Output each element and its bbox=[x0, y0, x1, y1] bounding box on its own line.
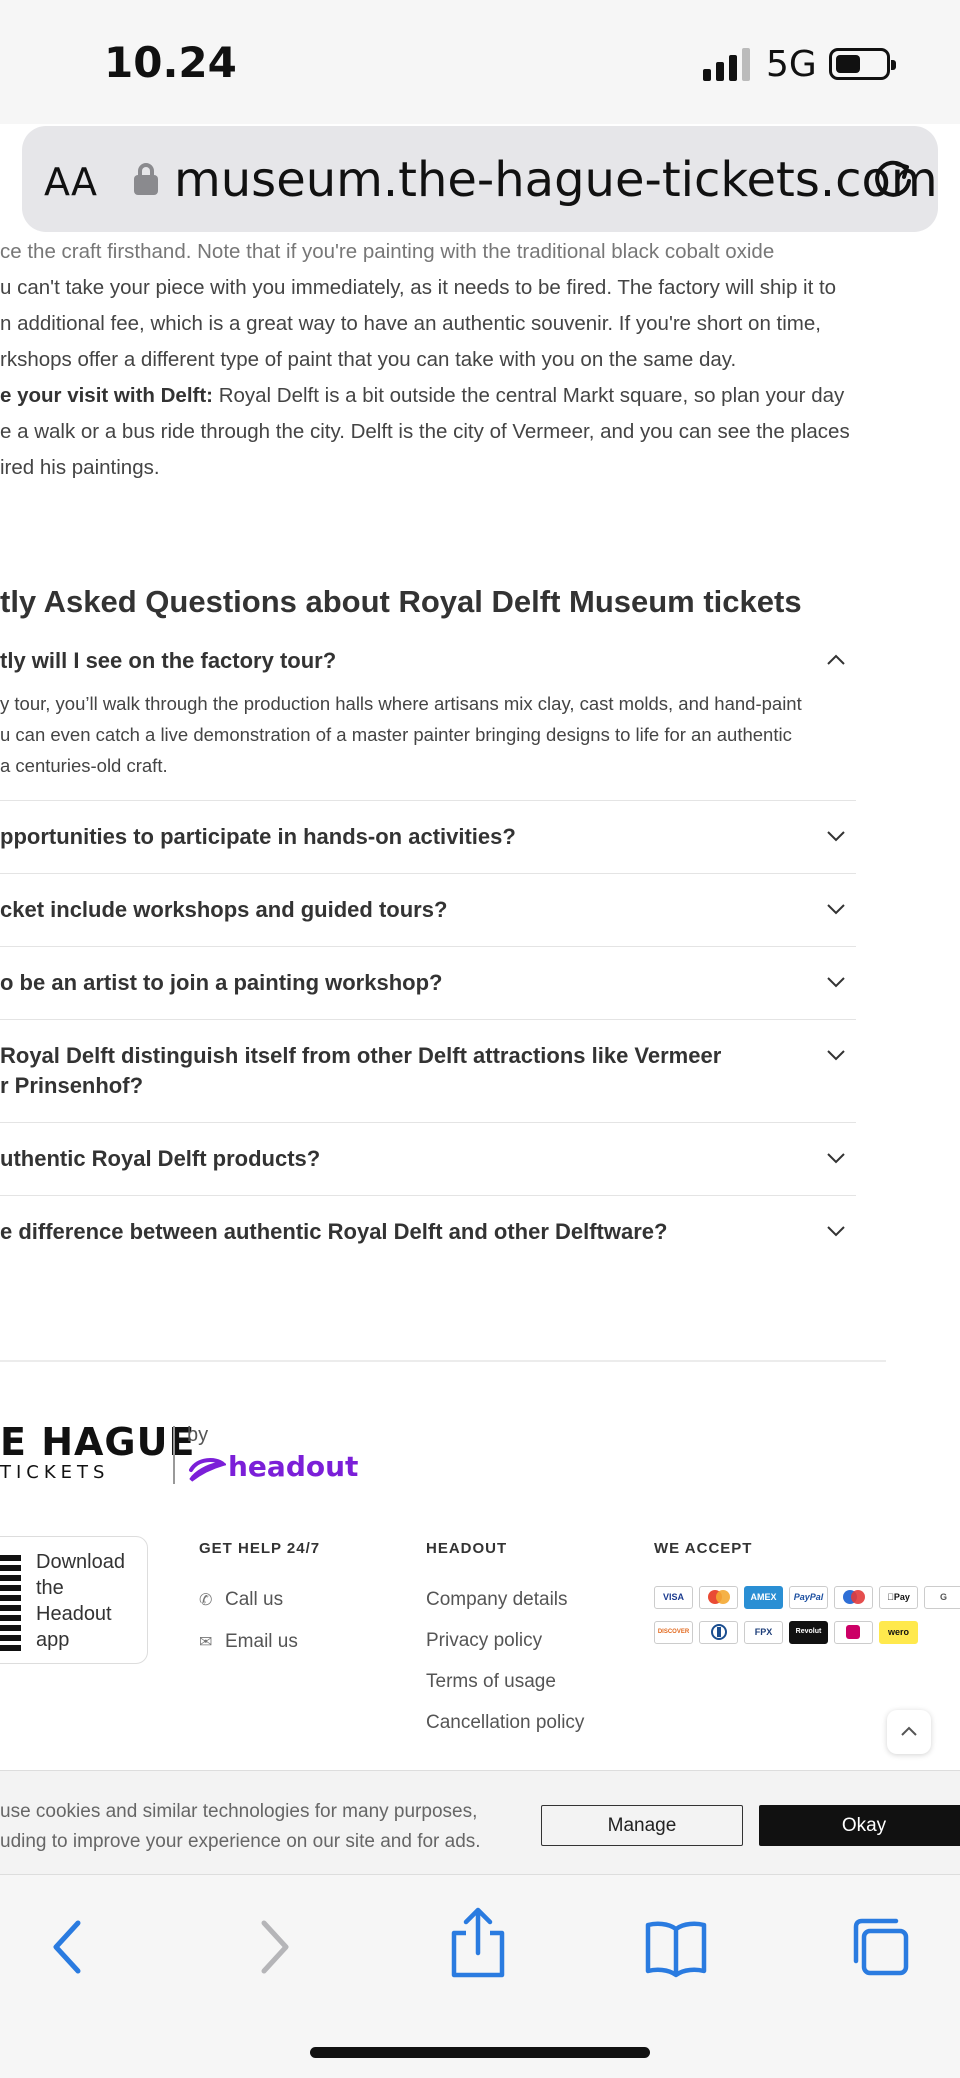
wero-icon: wero bbox=[879, 1621, 918, 1644]
url-text[interactable]: museum.the-hague-tickets.com bbox=[174, 152, 938, 208]
article-line: ired his paintings. bbox=[0, 456, 160, 479]
terms-link[interactable]: Terms of usage bbox=[426, 1661, 584, 1702]
share-icon[interactable] bbox=[446, 1907, 510, 1979]
article-line: n additional fee, which is a great way t… bbox=[0, 312, 821, 335]
article-line: rkshops offer a different type of paint … bbox=[0, 348, 737, 371]
article-line: u can't take your piece with you immedia… bbox=[0, 276, 837, 299]
chevron-down-icon[interactable] bbox=[826, 976, 846, 988]
manage-cookies-button[interactable]: Manage bbox=[541, 1805, 743, 1846]
headout-column: HEADOUT Company details Privacy policy T… bbox=[426, 1540, 584, 1743]
browser-toolbar bbox=[0, 1874, 960, 2078]
article-body: ce the craft firsthand. Note that if you… bbox=[0, 240, 960, 486]
faq-question[interactable]: cket include workshops and guided tours? bbox=[0, 895, 856, 925]
address-bar[interactable]: AA museum.the-hague-tickets.com bbox=[22, 126, 938, 232]
faq-question-line2[interactable]: r Prinsenhof? bbox=[0, 1071, 856, 1101]
headout-icon bbox=[189, 1458, 226, 1482]
fpx-icon: FPX bbox=[744, 1621, 783, 1644]
email-us-link[interactable]: ✉ Email us bbox=[199, 1621, 320, 1663]
faq-item[interactable]: cket include workshops and guided tours? bbox=[0, 895, 856, 947]
network-label: 5G bbox=[766, 44, 817, 85]
faq-answer-line: u can even catch a live demonstration of… bbox=[0, 724, 792, 745]
ideal-icon bbox=[834, 1621, 873, 1644]
payments-heading: WE ACCEPT bbox=[654, 1540, 753, 1557]
faq-item[interactable]: o be an artist to join a painting worksh… bbox=[0, 968, 856, 1020]
help-column: GET HELP 24/7 ✆ Call us ✉ Email us bbox=[199, 1540, 320, 1663]
mastercard-icon bbox=[699, 1586, 738, 1609]
chevron-up-icon[interactable] bbox=[826, 654, 846, 666]
cookie-message: use cookies and similar technologies for… bbox=[0, 1801, 481, 1852]
faq-question[interactable]: pportunities to participate in hands-on … bbox=[0, 822, 856, 852]
payment-methods: VISA AMEX PayPal Pay G DISCOVER FPX Revolut we… bbox=[654, 1586, 960, 1656]
headout-heading: HEADOUT bbox=[426, 1540, 508, 1557]
back-to-top-button[interactable] bbox=[887, 1710, 931, 1754]
faq-answer-line: a centuries-old craft. bbox=[0, 755, 168, 776]
help-heading: GET HELP 24/7 bbox=[199, 1540, 321, 1557]
by-label: by bbox=[187, 1424, 209, 1446]
download-app-label[interactable]: Download the Headout app bbox=[36, 1549, 141, 1653]
status-time: 10.24 bbox=[104, 38, 237, 87]
faq-question[interactable]: e difference between authentic Royal Del… bbox=[0, 1217, 856, 1247]
call-us-link[interactable]: ✆ Call us bbox=[199, 1579, 320, 1621]
cookie-banner: use cookies and similar technologies for… bbox=[0, 1770, 960, 1874]
chevron-down-icon[interactable] bbox=[826, 1225, 846, 1237]
diners-icon bbox=[699, 1621, 738, 1644]
battery-icon bbox=[829, 48, 896, 80]
maestro-icon bbox=[834, 1586, 873, 1609]
chevron-down-icon[interactable] bbox=[826, 830, 846, 842]
back-icon[interactable] bbox=[38, 1915, 102, 1979]
brand-logo-sub: TICKETS bbox=[0, 1462, 110, 1483]
privacy-policy-link[interactable]: Privacy policy bbox=[426, 1620, 584, 1661]
status-bar: 10.24 5G bbox=[0, 0, 960, 124]
chevron-down-icon[interactable] bbox=[826, 1049, 846, 1061]
chevron-down-icon[interactable] bbox=[826, 903, 846, 915]
payments-column: WE ACCEPT bbox=[654, 1540, 752, 1579]
apple-pay-icon: Pay bbox=[879, 1586, 918, 1609]
faq-item[interactable]: Royal Delft distinguish itself from othe… bbox=[0, 1041, 856, 1123]
faq-question[interactable]: uthentic Royal Delft products? bbox=[0, 1144, 856, 1174]
paypal-icon: PayPal bbox=[789, 1586, 828, 1609]
chevron-up-icon bbox=[901, 1726, 917, 1736]
text-size-button[interactable]: AA bbox=[44, 160, 97, 204]
reload-icon[interactable] bbox=[868, 154, 918, 204]
discover-icon: DISCOVER bbox=[654, 1621, 693, 1644]
download-app-card[interactable]: Download the Headout app bbox=[0, 1536, 148, 1664]
headout-wordmark: headout bbox=[228, 1450, 359, 1483]
signal-icon bbox=[703, 47, 751, 81]
article-line: ce the craft firsthand. Note that if you… bbox=[0, 240, 775, 263]
forward-icon[interactable] bbox=[240, 1915, 304, 1979]
tabs-icon[interactable] bbox=[848, 1915, 912, 1979]
faq-question[interactable]: tly will I see on the factory tour? bbox=[0, 646, 856, 676]
google-pay-icon: G bbox=[924, 1586, 960, 1609]
amex-icon: AMEX bbox=[744, 1586, 783, 1609]
home-indicator bbox=[310, 2047, 650, 2058]
revolut-icon: Revolut bbox=[789, 1621, 828, 1644]
brand-logo-main: E HAGUE bbox=[0, 1420, 196, 1464]
faq-question[interactable]: o be an artist to join a painting worksh… bbox=[0, 968, 856, 998]
company-details-link[interactable]: Company details bbox=[426, 1579, 584, 1620]
faq-answer-line: y tour, you’ll walk through the producti… bbox=[0, 693, 802, 714]
brand-separator bbox=[173, 1426, 175, 1484]
qr-code bbox=[0, 1551, 21, 1651]
chevron-down-icon[interactable] bbox=[826, 1152, 846, 1164]
visit-heading: e your visit with Delft: bbox=[0, 384, 213, 407]
faq-item-open[interactable]: tly will I see on the factory tour? y to… bbox=[0, 646, 856, 801]
faq-title: tly Asked Questions about Royal Delft Mu… bbox=[0, 584, 802, 619]
article-line: e a walk or a bus ride through the city.… bbox=[0, 420, 850, 443]
visa-icon: VISA bbox=[654, 1586, 693, 1609]
bookmarks-icon[interactable] bbox=[644, 1915, 708, 1979]
mail-icon: ✉ bbox=[199, 1634, 213, 1651]
footer-divider bbox=[0, 1360, 886, 1362]
faq-item[interactable]: e difference between authentic Royal Del… bbox=[0, 1217, 856, 1269]
phone-icon: ✆ bbox=[199, 1592, 213, 1609]
faq-item[interactable]: uthentic Royal Delft products? bbox=[0, 1144, 856, 1196]
cancellation-policy-link[interactable]: Cancellation policy bbox=[426, 1702, 584, 1743]
lock-icon bbox=[134, 163, 158, 195]
article-line: e your visit with Delft: Royal Delft is … bbox=[0, 384, 845, 407]
accept-cookies-button[interactable]: Okay bbox=[759, 1805, 960, 1846]
faq-item[interactable]: pportunities to participate in hands-on … bbox=[0, 822, 856, 874]
faq-question[interactable]: Royal Delft distinguish itself from othe… bbox=[0, 1041, 856, 1071]
